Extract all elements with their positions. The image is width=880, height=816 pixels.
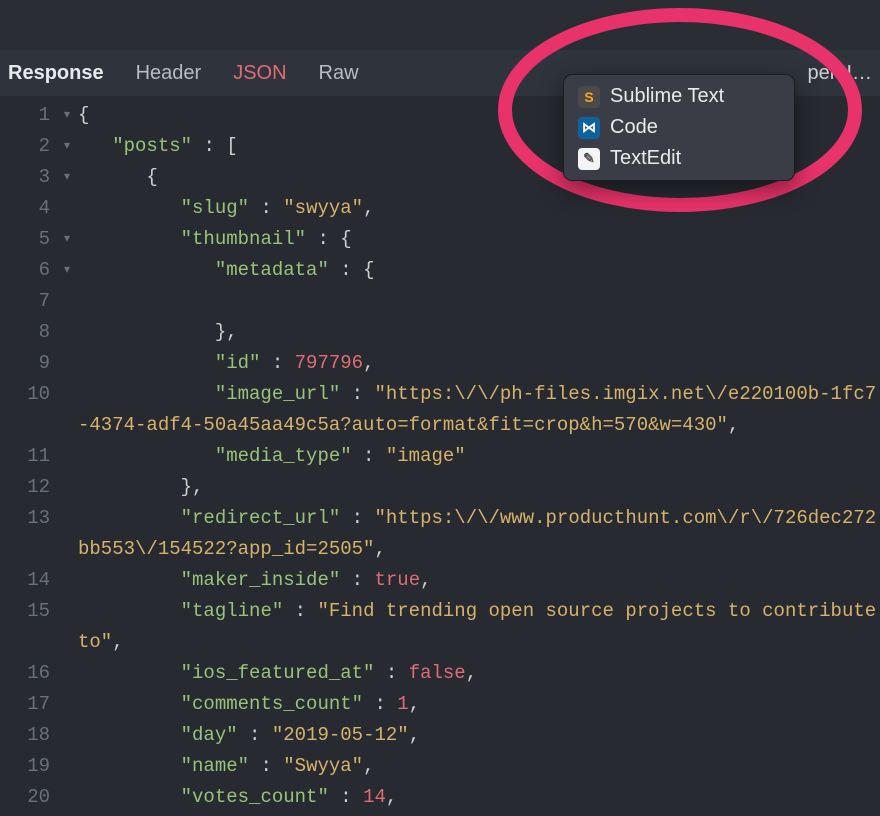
fold-icon[interactable]: ▾ bbox=[64, 162, 70, 193]
code-content: "ios_featured_at" : false, bbox=[56, 658, 880, 689]
code-line: 9 "id" : 797796, bbox=[0, 348, 880, 379]
code-line: 17 "comments_count" : 1, bbox=[0, 689, 880, 720]
line-number: 1▾ bbox=[0, 100, 56, 131]
code-line: 7 bbox=[0, 286, 880, 317]
code-content: "tagline" : "Find trending open source p… bbox=[56, 596, 880, 658]
code-line: 20 "votes_count" : 14, bbox=[0, 782, 880, 813]
code-line: 6▾ "metadata" : { bbox=[0, 255, 880, 286]
code-content: "maker_inside" : true, bbox=[56, 565, 880, 596]
line-number: 4 bbox=[0, 193, 56, 224]
tab-response[interactable]: Response bbox=[4, 60, 108, 87]
code-line: 16 "ios_featured_at" : false, bbox=[0, 658, 880, 689]
code-icon: ⋈ bbox=[578, 117, 600, 139]
tab-json[interactable]: JSON bbox=[229, 60, 290, 87]
line-number: 5▾ bbox=[0, 224, 56, 255]
code-line: 11 "media_type" : "image" bbox=[0, 441, 880, 472]
sublime-icon: S bbox=[578, 86, 600, 108]
line-number: 16 bbox=[0, 658, 56, 689]
tab-raw[interactable]: Raw bbox=[315, 60, 363, 87]
code-line: 10 "image_url" : "https:\/\/ph-files.img… bbox=[0, 379, 880, 441]
code-line: 4 "slug" : "swyya", bbox=[0, 193, 880, 224]
menu-item-label: Code bbox=[610, 116, 658, 139]
line-number: 3▾ bbox=[0, 162, 56, 193]
open-with-menu: S Sublime Text ⋈ Code ✎ TextEdit bbox=[563, 74, 795, 181]
line-number: 19 bbox=[0, 751, 56, 782]
menu-item-textedit[interactable]: ✎ TextEdit bbox=[564, 143, 794, 174]
line-number: 12 bbox=[0, 472, 56, 503]
line-number: 18 bbox=[0, 720, 56, 751]
code-content: "id" : 797796, bbox=[56, 348, 880, 379]
line-number: 17 bbox=[0, 689, 56, 720]
code-content: "metadata" : { bbox=[56, 255, 880, 286]
code-content: "day" : "2019-05-12", bbox=[56, 720, 880, 751]
code-line: 19 "name" : "Swyya", bbox=[0, 751, 880, 782]
line-number: 14 bbox=[0, 565, 56, 596]
code-line: 13 "redirect_url" : "https:\/\/www.produ… bbox=[0, 503, 880, 565]
line-number: 20 bbox=[0, 782, 56, 813]
line-number: 6▾ bbox=[0, 255, 56, 286]
line-number: 11 bbox=[0, 441, 56, 472]
line-number: 9 bbox=[0, 348, 56, 379]
code-line: 12 }, bbox=[0, 472, 880, 503]
fold-icon[interactable]: ▾ bbox=[64, 131, 70, 162]
code-content: "thumbnail" : { bbox=[56, 224, 880, 255]
menu-item-code[interactable]: ⋈ Code bbox=[564, 112, 794, 143]
code-line: 5▾ "thumbnail" : { bbox=[0, 224, 880, 255]
line-number: 13 bbox=[0, 503, 56, 534]
code-content: "redirect_url" : "https:\/\/www.producth… bbox=[56, 503, 880, 565]
line-number: 10 bbox=[0, 379, 56, 410]
code-content: }, bbox=[56, 472, 880, 503]
code-line: 14 "maker_inside" : true, bbox=[0, 565, 880, 596]
code-content: "comments_count" : 1, bbox=[56, 689, 880, 720]
menu-item-sublime[interactable]: S Sublime Text bbox=[564, 81, 794, 112]
textedit-icon: ✎ bbox=[578, 148, 600, 170]
code-content: "media_type" : "image" bbox=[56, 441, 880, 472]
code-content: "votes_count" : 14, bbox=[56, 782, 880, 813]
menu-item-label: Sublime Text bbox=[610, 85, 724, 108]
code-content: "image_url" : "https:\/\/ph-files.imgix.… bbox=[56, 379, 880, 441]
code-line: 8 }, bbox=[0, 317, 880, 348]
menu-item-label: TextEdit bbox=[610, 147, 681, 170]
code-line: 18 "day" : "2019-05-12", bbox=[0, 720, 880, 751]
tab-header[interactable]: Header bbox=[132, 60, 206, 87]
fold-icon[interactable]: ▾ bbox=[64, 224, 70, 255]
code-content: }, bbox=[56, 317, 880, 348]
code-content: "name" : "Swyya", bbox=[56, 751, 880, 782]
line-number: 7 bbox=[0, 286, 56, 317]
line-number: 8 bbox=[0, 317, 56, 348]
fold-icon[interactable]: ▾ bbox=[64, 255, 70, 286]
code-line: 15 "tagline" : "Find trending open sourc… bbox=[0, 596, 880, 658]
fold-icon[interactable]: ▾ bbox=[64, 100, 70, 131]
json-editor[interactable]: 1▾{2▾ "posts" : [3▾ {4 "slug" : "swyya",… bbox=[0, 96, 880, 816]
code-content: "slug" : "swyya", bbox=[56, 193, 880, 224]
line-number: 15 bbox=[0, 596, 56, 627]
line-number: 2▾ bbox=[0, 131, 56, 162]
open-in-hint[interactable]: pen I… bbox=[808, 62, 872, 85]
